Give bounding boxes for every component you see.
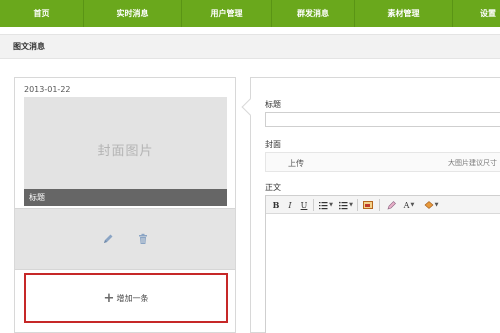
highlight-color-icon[interactable]: ▼ <box>422 199 440 211</box>
underline-button[interactable]: U <box>299 199 309 211</box>
cover-placeholder-text: 封面图片 <box>97 144 154 159</box>
nav-item-settings[interactable]: 设置 <box>453 0 500 27</box>
nav-item-realtime-messages[interactable]: 实时消息 <box>84 0 182 27</box>
eraser-icon[interactable] <box>385 199 397 211</box>
add-item-label: 增加一条 <box>116 293 149 303</box>
top-nav: 首页 实时消息 用户管理 群发消息 素材管理 设置 <box>0 0 500 27</box>
font-color-button[interactable]: A ▼ <box>402 199 416 211</box>
cover-caption: 标题 <box>24 189 227 206</box>
section-title: 图文消息 <box>0 34 500 59</box>
rich-text-editor[interactable]: B I U ▼ ▼ A ▼ ▼ <box>265 195 500 333</box>
nav-item-broadcast[interactable]: 群发消息 <box>272 0 355 27</box>
bold-button[interactable]: B <box>271 199 281 211</box>
font-color-label: A <box>403 200 410 210</box>
upload-button[interactable]: 上传 <box>288 158 304 169</box>
pencil-icon[interactable] <box>100 231 116 247</box>
trash-icon[interactable] <box>135 231 151 247</box>
toolbar-divider <box>357 199 358 211</box>
ordered-list-icon[interactable]: ▼ <box>318 199 334 211</box>
article-preview-card: 2013-01-22 封面图片 标题 + 增加一条 <box>14 77 236 333</box>
add-item-button[interactable]: + 增加一条 <box>24 273 228 323</box>
insert-image-icon[interactable] <box>362 199 374 211</box>
cover-image-placeholder[interactable]: 封面图片 标题 <box>24 97 227 206</box>
card-action-bar <box>15 208 235 270</box>
plus-icon: + <box>103 290 115 306</box>
editor-toolbar: B I U ▼ ▼ A ▼ ▼ <box>266 196 500 214</box>
unordered-list-icon[interactable]: ▼ <box>338 199 354 211</box>
cover-label: 封面 <box>265 140 281 149</box>
body-label: 正文 <box>265 183 281 192</box>
nav-item-media-management[interactable]: 素材管理 <box>355 0 453 27</box>
article-date: 2013-01-22 <box>24 85 71 94</box>
toolbar-divider <box>379 199 380 211</box>
italic-button[interactable]: I <box>285 199 295 211</box>
toolbar-divider <box>313 199 314 211</box>
title-input[interactable] <box>265 112 500 127</box>
nav-item-home[interactable]: 首页 <box>0 0 84 27</box>
cover-size-hint: 大图片建议尺寸 <box>448 159 497 167</box>
cover-upload-row: 上传 大图片建议尺寸 <box>265 152 500 172</box>
title-label: 标题 <box>265 100 281 109</box>
nav-item-user-management[interactable]: 用户管理 <box>182 0 272 27</box>
article-editor-panel: 标题 封面 上传 大图片建议尺寸 正文 B I U ▼ ▼ A ▼ ▼ <box>250 77 500 333</box>
